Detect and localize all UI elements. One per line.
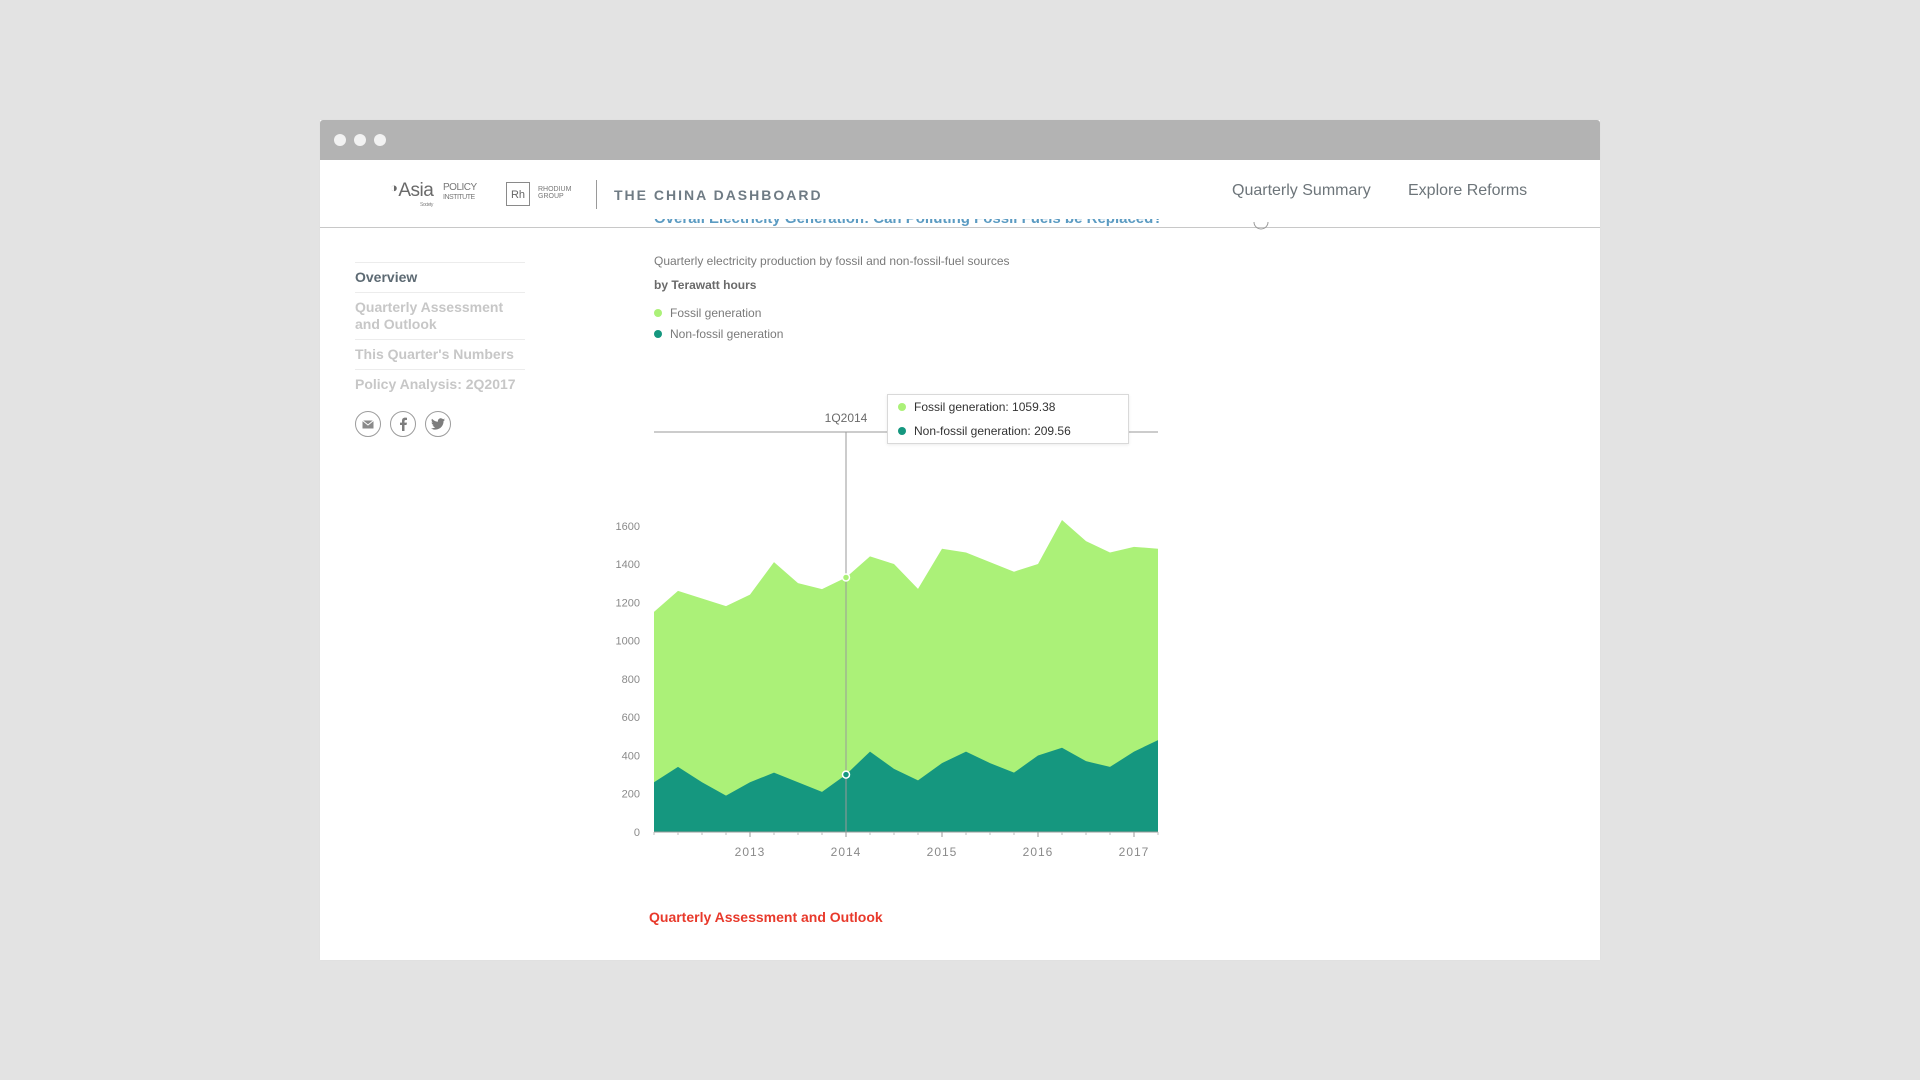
legend-swatch-fossil <box>654 309 662 317</box>
sidebar-item-overview[interactable]: Overview <box>355 262 525 292</box>
window-minimize-dot[interactable] <box>354 134 366 146</box>
logo-policy-text: POLICY <box>443 182 477 193</box>
logo-rh-text: Rh <box>510 189 526 201</box>
logo-society-text: Society <box>420 202 433 208</box>
hover-point-fossil <box>841 573 851 582</box>
x-tick-label: 2014 <box>831 845 862 859</box>
legend-label-nonfossil: Non-fossil generation <box>670 327 784 341</box>
twitter-share-button[interactable] <box>425 411 451 437</box>
tooltip-row-fossil: Fossil generation: 1059.38 <box>898 400 1055 414</box>
tooltip-swatch-nonfossil <box>898 427 906 435</box>
brand-title[interactable]: THE CHINA DASHBOARD <box>614 187 823 203</box>
sidebar: Overview Quarterly Assessment and Outloo… <box>355 262 525 441</box>
tooltip-row-nonfossil: Non-fossil generation: 209.56 <box>898 424 1071 438</box>
facebook-icon <box>400 417 407 431</box>
chart-unit-label: by Terawatt hours <box>654 278 757 292</box>
window-close-dot[interactable] <box>334 134 346 146</box>
chart-title: Overall Electricity Generation: Can Poll… <box>654 219 1234 229</box>
chart-tooltip: Fossil generation: 1059.38 Non-fossil ge… <box>887 394 1129 444</box>
email-icon <box>362 419 374 428</box>
legend-item-nonfossil[interactable]: Non-fossil generation <box>654 327 783 341</box>
y-tick-label: 0 <box>634 827 640 839</box>
y-tick-label: 1000 <box>616 636 640 648</box>
hover-period-label: 1Q2014 <box>825 411 868 425</box>
y-tick-label: 1200 <box>616 597 640 609</box>
tooltip-fossil-text: Fossil generation: 1059.38 <box>914 400 1056 414</box>
sidebar-item-policy-analysis[interactable]: Policy Analysis: 2Q2017 <box>355 369 525 399</box>
legend-item-fossil[interactable]: Fossil generation <box>654 306 761 320</box>
y-tick-label: 400 <box>622 750 640 762</box>
section-heading-quarterly-assessment: Quarterly Assessment and Outlook <box>649 909 883 925</box>
twitter-icon <box>431 418 445 430</box>
brand-divider <box>596 180 597 209</box>
hover-point-nonfossil <box>841 770 851 779</box>
site-header: ◑Asia POLICY INSTITUTE Society Rh RHODIU… <box>320 160 1600 228</box>
y-tick-label: 1600 <box>616 521 640 533</box>
nav-quarterly-summary[interactable]: Quarterly Summary <box>1232 182 1371 200</box>
x-tick-label: 2013 <box>735 845 766 859</box>
logo-group-text: GROUP <box>538 193 564 200</box>
logo-asia-text: Asia <box>398 180 434 201</box>
y-tick-label: 200 <box>622 789 640 801</box>
y-tick-label: 1400 <box>616 559 640 571</box>
sidebar-item-quarterly-assessment[interactable]: Quarterly Assessment and Outlook <box>355 292 525 339</box>
title-bar <box>320 120 1600 160</box>
rhodium-logo-text: RHODIUM GROUP <box>538 186 571 200</box>
tooltip-nonfossil-text: Non-fossil generation: 209.56 <box>914 424 1071 438</box>
x-tick-label: 2017 <box>1119 845 1150 859</box>
y-tick-label: 600 <box>622 712 640 724</box>
x-tick-label: 2016 <box>1023 845 1054 859</box>
rhodium-logo-box[interactable]: Rh <box>506 182 530 206</box>
social-share <box>355 411 525 441</box>
facebook-share-button[interactable] <box>390 411 416 437</box>
email-share-button[interactable] <box>355 411 381 437</box>
chart-subtitle: Quarterly electricity production by foss… <box>654 254 1010 268</box>
x-tick-label: 2015 <box>927 845 958 859</box>
y-tick-label: 800 <box>622 674 640 686</box>
sidebar-item-quarter-numbers[interactable]: This Quarter's Numbers <box>355 339 525 369</box>
legend-swatch-nonfossil <box>654 330 662 338</box>
info-icon[interactable] <box>1253 222 1269 230</box>
legend-label-fossil: Fossil generation <box>670 306 762 320</box>
logo-institute-text: INSTITUTE <box>443 194 475 201</box>
browser-window: ◑Asia POLICY INSTITUTE Society Rh RHODIU… <box>320 120 1600 960</box>
logo-rhodium-text: RHODIUM <box>538 186 572 193</box>
asia-society-logo[interactable]: ◑Asia POLICY INSTITUTE Society <box>390 180 477 208</box>
nav-explore-reforms[interactable]: Explore Reforms <box>1408 182 1527 200</box>
tooltip-swatch-fossil <box>898 403 906 411</box>
asia-society-logo-mark-icon: ◑ <box>390 180 398 195</box>
window-maximize-dot[interactable] <box>374 134 386 146</box>
